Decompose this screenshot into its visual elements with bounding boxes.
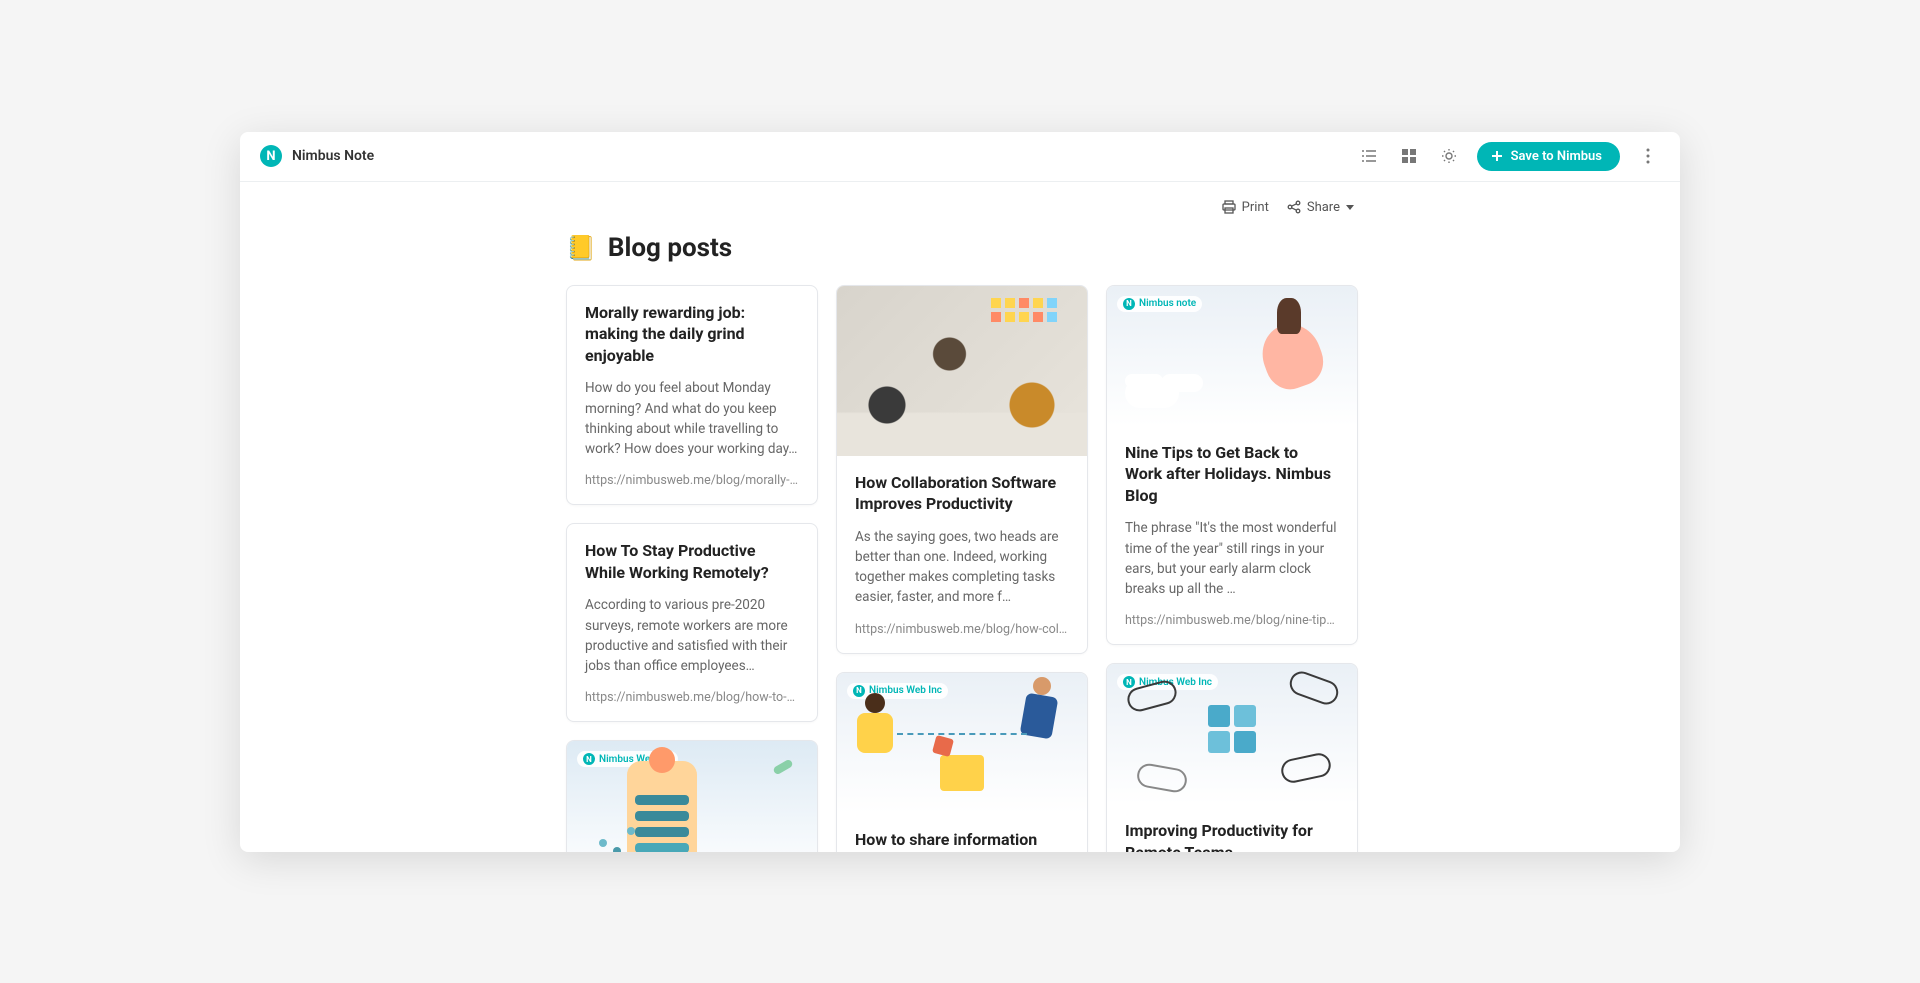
share-button[interactable]: Share bbox=[1287, 200, 1354, 215]
card-title: How to share information with bbox=[855, 829, 1069, 852]
card-url: https://nimbusweb.me/blog/how-to-stay-p… bbox=[585, 690, 799, 705]
content: Print Share 📒 bbox=[240, 182, 1680, 852]
print-label: Print bbox=[1242, 200, 1269, 215]
card-image: N Nimbus Web Inc bbox=[567, 741, 817, 851]
card-title: Nine Tips to Get Back to Work after Holi… bbox=[1125, 442, 1339, 507]
blog-card[interactable]: N Nimbus Web Inc Improving Productivity … bbox=[1106, 663, 1358, 851]
more-menu-icon[interactable] bbox=[1636, 144, 1660, 168]
blog-card[interactable]: How Collaboration Software Improves Prod… bbox=[836, 285, 1088, 654]
page-icon: 📒 bbox=[566, 234, 596, 262]
app-logo-icon: N bbox=[260, 145, 282, 167]
blog-card[interactable]: How To Stay Productive While Working Rem… bbox=[566, 523, 818, 722]
card-image: N Nimbus Web Inc bbox=[1107, 664, 1357, 804]
card-grid: Morally rewarding job: making the daily … bbox=[566, 285, 1354, 852]
page-toolbar: Print Share bbox=[566, 182, 1354, 227]
blog-card[interactable]: Morally rewarding job: making the daily … bbox=[566, 285, 818, 506]
save-to-nimbus-button[interactable]: Save to Nimbus bbox=[1477, 142, 1620, 171]
app-name: Nimbus Note bbox=[292, 148, 374, 164]
card-description: According to various pre-2020 surveys, r… bbox=[585, 595, 799, 676]
share-icon bbox=[1287, 200, 1301, 214]
card-url: https://nimbusweb.me/blog/nine-tips-to-e… bbox=[1125, 613, 1339, 628]
header-right: Save to Nimbus bbox=[1357, 142, 1660, 171]
print-button[interactable]: Print bbox=[1222, 200, 1269, 215]
card-description: How do you feel about Monday morning? An… bbox=[585, 378, 799, 459]
card-description: The phrase "It's the most wonderful time… bbox=[1125, 518, 1339, 599]
card-image bbox=[837, 286, 1087, 456]
card-url: https://nimbusweb.me/blog/how-collabora… bbox=[855, 622, 1069, 637]
header: N Nimbus Note bbox=[240, 132, 1680, 182]
card-title: How To Stay Productive While Working Rem… bbox=[585, 540, 799, 583]
blog-card[interactable]: N Nimbus Web Inc bbox=[566, 740, 818, 851]
image-badge: N Nimbus note bbox=[1117, 296, 1202, 312]
plus-icon bbox=[1491, 150, 1503, 162]
header-left: N Nimbus Note bbox=[260, 145, 374, 167]
share-label: Share bbox=[1307, 200, 1340, 215]
card-column: How Collaboration Software Improves Prod… bbox=[836, 285, 1088, 852]
card-image: N Nimbus Web Inc bbox=[837, 673, 1087, 813]
list-view-icon[interactable] bbox=[1357, 144, 1381, 168]
chevron-down-icon bbox=[1346, 205, 1354, 210]
page-title-text: Blog posts bbox=[608, 233, 732, 263]
blog-card[interactable]: N Nimbus Web Inc How to share informatio… bbox=[836, 672, 1088, 852]
page-title: 📒 Blog posts bbox=[566, 233, 1354, 263]
grid-view-icon[interactable] bbox=[1397, 144, 1421, 168]
theme-toggle-icon[interactable] bbox=[1437, 144, 1461, 168]
card-column: N Nimbus note Nine Tips to Get Back to W… bbox=[1106, 285, 1358, 852]
card-description: As the saying goes, two heads are better… bbox=[855, 527, 1069, 608]
save-button-label: Save to Nimbus bbox=[1511, 149, 1602, 164]
card-image: N Nimbus note bbox=[1107, 286, 1357, 426]
card-title: Improving Productivity for Remote Teams bbox=[1125, 820, 1339, 851]
card-title: How Collaboration Software Improves Prod… bbox=[855, 472, 1069, 515]
card-url: https://nimbusweb.me/blog/morally-rewar… bbox=[585, 473, 799, 488]
print-icon bbox=[1222, 200, 1236, 214]
blog-card[interactable]: N Nimbus note Nine Tips to Get Back to W… bbox=[1106, 285, 1358, 646]
card-column: Morally rewarding job: making the daily … bbox=[566, 285, 818, 852]
card-title: Morally rewarding job: making the daily … bbox=[585, 302, 799, 367]
app-window: N Nimbus Note bbox=[240, 132, 1680, 852]
